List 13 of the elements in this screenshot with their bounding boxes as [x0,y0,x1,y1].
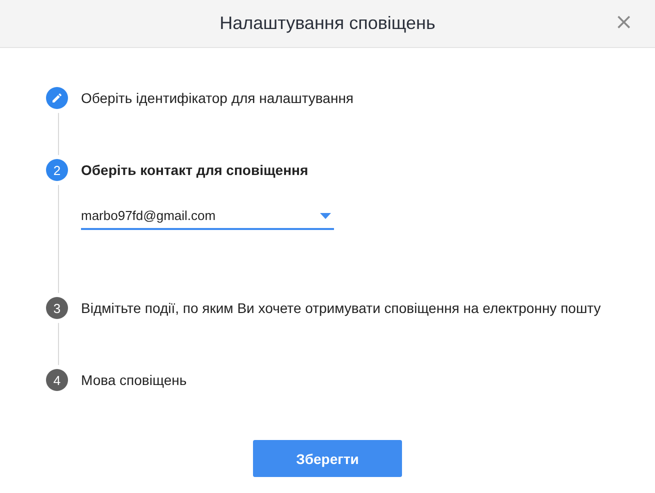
step-number: 2 [46,159,68,181]
close-button[interactable]: × [610,10,637,36]
pencil-icon [51,92,63,104]
dialog-title: Налаштування сповіщень [220,13,436,34]
step-label: Оберіть контакт для сповіщення [81,161,310,180]
step-number: 4 [46,369,68,391]
step-label: Оберіть ідентифікатор для налаштування [81,89,354,108]
step-label: Мова сповіщень [81,371,187,390]
contact-select[interactable]: marbo97fd@gmail.com [81,203,334,230]
step-number: 3 [46,297,68,319]
step-label: Відмітьте події, по яким Ви хочете отримувати сповіщення на електронну пошту [81,299,601,318]
dropdown-caret-icon [320,212,331,218]
save-button[interactable]: Зберегти [253,440,402,477]
